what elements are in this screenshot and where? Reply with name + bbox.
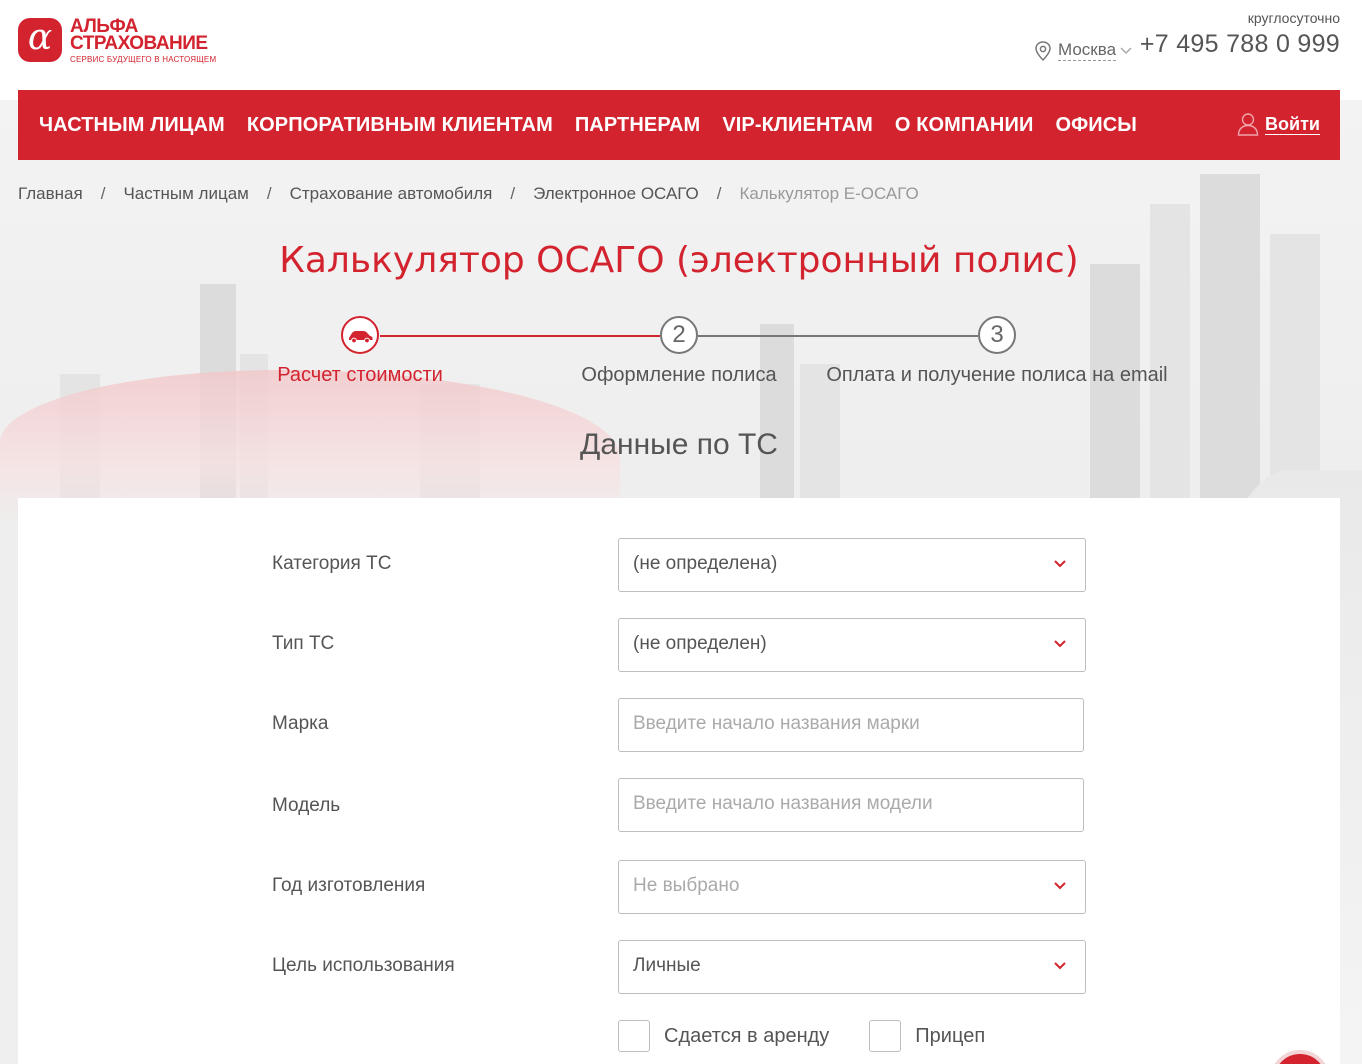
trailer-label: Прицеп — [915, 1024, 986, 1047]
checkbox-box[interactable] — [869, 1020, 902, 1052]
section-heading: Данные по ТС — [580, 428, 778, 461]
breadcrumb-home[interactable]: Главная — [18, 184, 83, 204]
location-pin-icon — [1035, 40, 1051, 61]
type-label: Тип ТС — [272, 633, 335, 654]
model-label: Модель — [272, 795, 341, 816]
nav-item-about[interactable]: О КОМПАНИИ — [895, 114, 1034, 137]
breadcrumb-separator: / — [510, 184, 516, 203]
nav-item-private[interactable]: ЧАСТНЫМ ЛИЦАМ — [39, 114, 225, 137]
login-button[interactable]: Войти — [1237, 112, 1320, 136]
step-2-label: Оформление полиса — [581, 364, 777, 386]
step-1-circle — [341, 316, 379, 354]
breadcrumb-current: Калькулятор Е-ОСАГО — [739, 184, 919, 203]
form-row-purpose: Цель использования Личные — [18, 940, 1340, 994]
trailer-checkbox[interactable]: Прицеп — [869, 1020, 985, 1052]
vehicle-form: Категория ТС (не определена) Тип ТС (не … — [18, 498, 1340, 1064]
purpose-select[interactable]: Личные — [618, 940, 1086, 994]
brand-input[interactable]: Введите начало названия марки — [618, 698, 1084, 752]
step-2-circle: 2 — [660, 316, 698, 354]
year-value: Не выбрано — [633, 875, 740, 896]
step-1-label: Расчет стоимости — [277, 364, 443, 386]
category-label: Категория ТС — [272, 553, 392, 574]
user-icon — [1237, 113, 1259, 136]
type-select[interactable]: (не определен) — [618, 618, 1086, 672]
model-placeholder: Введите начало названия модели — [633, 793, 933, 814]
chevron-down-icon — [1054, 560, 1066, 568]
progress-stepper: 2 3 Расчет стоимости Оформление полиса О… — [0, 316, 1362, 396]
model-input[interactable]: Введите начало названия модели — [618, 778, 1084, 832]
nav-item-partners[interactable]: ПАРТНЕРАМ — [575, 114, 700, 137]
city-selector[interactable]: Москва — [1034, 40, 1132, 61]
company-logo[interactable]: α АЛЬФА СТРАХОВАНИЕ СЕРВИС БУДУЩЕГО В НА… — [18, 17, 217, 66]
main-navigation: ЧАСТНЫМ ЛИЦАМ КОРПОРАТИВНЫМ КЛИЕНТАМ ПАР… — [18, 90, 1340, 160]
step-connector-pending — [698, 335, 978, 337]
nav-item-vip[interactable]: VIP-КЛИЕНТАМ — [722, 114, 873, 137]
checkbox-box[interactable] — [618, 1020, 650, 1052]
rented-checkbox[interactable]: Сдается в аренду — [618, 1020, 829, 1052]
hours-label: круглосуточно — [1247, 10, 1340, 26]
chevron-down-icon — [1054, 962, 1066, 970]
brand-label: Марка — [272, 713, 329, 734]
site-header: α АЛЬФА СТРАХОВАНИЕ СЕРВИС БУДУЩЕГО В НА… — [0, 0, 1362, 90]
city-name: Москва — [1058, 40, 1117, 61]
category-value: (не определена) — [633, 553, 778, 574]
step-3-circle: 3 — [978, 316, 1016, 354]
breadcrumb-car-insurance[interactable]: Страхование автомобиля — [290, 184, 493, 204]
breadcrumb-separator: / — [266, 184, 272, 203]
logo-line2: СТРАХОВАНИЕ — [70, 33, 208, 54]
breadcrumb: Главная / Частным лицам / Страхование ав… — [18, 184, 919, 204]
alpha-logo-icon: α — [18, 18, 62, 62]
form-row-model: Модель Введите начало названия модели — [18, 778, 1340, 832]
type-value: (не определен) — [633, 633, 767, 654]
rented-label: Сдается в аренду — [664, 1024, 830, 1047]
login-label: Войти — [1265, 113, 1320, 135]
form-row-brand: Марка Введите начало названия марки — [18, 698, 1340, 752]
phone-number[interactable]: +7 495 788 0 999 — [1140, 30, 1340, 59]
form-row-type: Тип ТС (не определен) — [18, 618, 1340, 672]
step-connector-done — [380, 335, 660, 337]
category-select[interactable]: (не определена) — [618, 538, 1086, 592]
purpose-label: Цель использования — [272, 955, 455, 976]
breadcrumb-separator: / — [100, 184, 106, 203]
purpose-value: Личные — [633, 955, 701, 976]
form-row-year: Год изготовления Не выбрано — [18, 860, 1340, 914]
chevron-down-icon — [1120, 46, 1132, 54]
breadcrumb-private[interactable]: Частным лицам — [123, 184, 248, 204]
breadcrumb-separator: / — [716, 184, 722, 203]
chevron-down-icon — [1054, 882, 1066, 890]
step-3-label: Оплата и получение полиса на email — [826, 364, 1168, 386]
chevron-down-icon — [1054, 640, 1066, 648]
breadcrumb-e-osago[interactable]: Электронное ОСАГО — [533, 184, 699, 204]
page-title: Калькулятор ОСАГО (электронный полис) — [279, 240, 1079, 281]
options-checkboxes: Сдается в аренду Прицеп — [618, 1020, 1025, 1052]
year-select[interactable]: Не выбрано — [618, 860, 1086, 914]
car-icon — [349, 331, 373, 344]
brand-placeholder: Введите начало названия марки — [633, 713, 920, 734]
year-label: Год изготовления — [272, 875, 426, 896]
nav-item-corporate[interactable]: КОРПОРАТИВНЫМ КЛИЕНТАМ — [247, 114, 553, 137]
nav-item-offices[interactable]: ОФИСЫ — [1055, 114, 1137, 137]
logo-tagline: СЕРВИС БУДУЩЕГО В НАСТОЯЩЕМ — [70, 55, 217, 64]
form-row-category: Категория ТС (не определена) — [18, 538, 1340, 592]
